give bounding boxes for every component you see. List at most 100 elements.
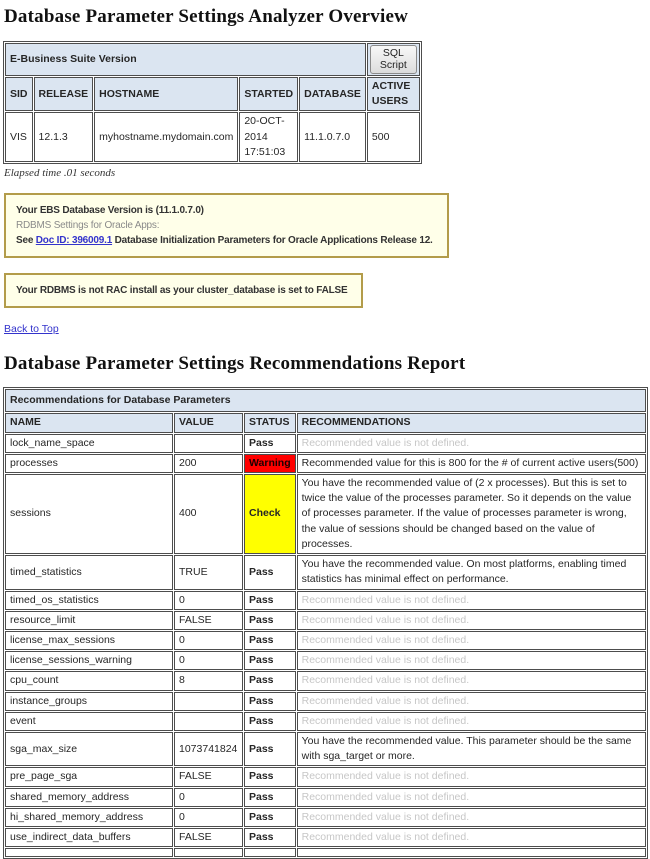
col-name: NAME [5,413,173,433]
cell-value: 400 [174,473,243,555]
table-row: use_indirect_data_buffers FALSE Pass Recomm… [5,828,646,848]
cell-value: 8 [174,671,243,691]
cell-value: FALSE [174,767,243,787]
cell-name: processes [5,453,173,473]
cell-rec: Recommended value is not defined. [296,651,646,671]
cell-status: Pass [244,711,296,732]
table-row: timed_statistics TRUE Pass You have the rec… [5,555,646,590]
table-row: pre_page_sga FALSE Pass Recommended value i… [5,767,646,787]
table-row: lock_name_space Pass Recommended value is … [5,433,646,453]
value-hostname: myhostname.mydomain.com [94,112,239,163]
cell-rec: Recommended value is not defined. [296,433,646,453]
cell-status: Pass [244,610,296,630]
rec-table-caption: Recommendations for Database Parameters [5,389,646,413]
table-row: shared_memory_address 0 Pass Recommended va… [5,787,646,807]
table-row: event Pass Recommended value is not define… [5,711,646,732]
cell-empty [244,848,296,858]
table-row: sessions 400 Check You have the recommended… [5,473,646,555]
cell-name: sga_max_size [5,732,173,767]
cell-name: timed_os_statistics [5,590,173,610]
cell-status: Pass [244,590,296,610]
cell-status: Pass [244,828,296,848]
notice-line-version: Your EBS Database Version is (11.1.0.7.0… [16,205,204,217]
doc-see-text: See [16,235,36,247]
back-to-top-link[interactable]: Back to Top [4,323,59,335]
cell-value: 0 [174,807,243,828]
col-value: VALUE [174,413,243,433]
cell-rec: You have the recommended value. This par… [296,732,646,767]
value-active-users: 500 [366,112,420,163]
cell-status: Pass [244,767,296,787]
table-row: timed_os_statistics 0 Pass Recommended valu… [5,590,646,610]
table-row: cpu_count 8 Pass Recommended value is not d… [5,671,646,691]
table-row: license_max_sessions 0 Pass Recommended val… [5,630,646,651]
ebs-version-table: E-Business Suite Version SQL Script SID … [3,41,422,165]
cell-status: Pass [244,732,296,767]
col-database: DATABASE [299,77,366,112]
cell-name: hi_shared_memory_address [5,807,173,828]
sql-script-button[interactable]: SQL Script [369,45,417,74]
overview-title: Database Parameter Settings Analyzer Ove… [4,6,409,27]
cell-rec: Recommended value is not defined. [296,590,646,610]
sql-script-cell: SQL Script [366,43,420,76]
value-database: 11.1.0.7.0 [299,112,366,163]
ebs-caption-row: E-Business Suite Version SQL Script [5,43,420,76]
cell-empty [296,848,646,858]
rac-notice-text: Your RDBMS is not RAC install as your cl… [16,285,348,297]
cell-name: timed_statistics [5,555,173,590]
col-recommendations: RECOMMENDATIONS [296,413,646,433]
cell-name: license_sessions_warning [5,651,173,671]
cell-name: sessions [5,473,173,555]
cell-rec: Recommended value is not defined. [296,630,646,651]
cell-name: shared_memory_address [5,787,173,807]
cell-status: Pass [244,671,296,691]
cell-status: Check [244,473,296,555]
table-row: processes 200 Warning Recommended value for… [5,453,646,473]
cell-rec: Recommended value is not defined. [296,691,646,711]
cell-rec: Recommended value is not defined. [296,610,646,630]
table-row-partial [5,848,646,858]
cell-name: pre_page_sga [5,767,173,787]
report-title: Database Parameter Settings Recommendati… [4,353,466,375]
value-release: 12.1.3 [33,112,94,163]
rec-header-row: NAME VALUE STATUS RECOMMENDATIONS [5,413,646,433]
table-row: resource_limit FALSE Pass Recommended value… [5,610,646,630]
elapsed-time: Elapsed time .01 seconds [4,167,116,180]
value-started: 20-OCT-2014 17:51:03 [239,112,299,163]
cell-value: 1073741824 [174,732,243,767]
recommendations-body: lock_name_space Pass Recommended value is … [5,433,646,858]
cell-value: 0 [174,787,243,807]
cell-name: cpu_count [5,671,173,691]
cell-status: Pass [244,691,296,711]
cell-name: event [5,711,173,732]
cell-value [174,691,243,711]
doc-id-link[interactable]: Doc ID: 396009.1 [36,235,112,246]
col-release: RELEASE [33,77,94,112]
table-row: instance_groups Pass Recommended value is … [5,691,646,711]
cell-status: Pass [244,807,296,828]
value-sid: VIS [5,112,33,163]
cell-name: lock_name_space [5,433,173,453]
cell-empty [174,848,243,858]
cell-rec: Recommended value is not defined. [296,671,646,691]
cell-name: license_max_sessions [5,630,173,651]
cell-name: instance_groups [5,691,173,711]
col-status: STATUS [244,413,296,433]
cell-rec: Recommended value is not defined. [296,711,646,732]
cell-value: 0 [174,651,243,671]
rac-notice: Your RDBMS is not RAC install as your cl… [4,273,364,309]
recommendations-table: Recommendations for Database Parameters … [3,387,648,859]
col-active-users: ACTIVE USERS [366,77,420,112]
rec-caption-row: Recommendations for Database Parameters [5,389,646,413]
cell-status: Pass [244,787,296,807]
cell-rec: You have the recommended value. On most … [296,555,646,590]
table-row: license_sessions_warning 0 Pass Recommended… [5,651,646,671]
cell-name: resource_limit [5,610,173,630]
cell-status: Warning [244,453,296,473]
cell-value [174,711,243,732]
cell-status: Pass [244,651,296,671]
notice-line-rdbms: RDBMS Settings for Oracle Apps: [16,220,160,232]
ebs-value-row: VIS 12.1.3 myhostname.mydomain.com 20-OC… [5,112,420,163]
table-row: hi_shared_memory_address 0 Pass Recommended… [5,807,646,828]
cell-value: FALSE [174,610,243,630]
